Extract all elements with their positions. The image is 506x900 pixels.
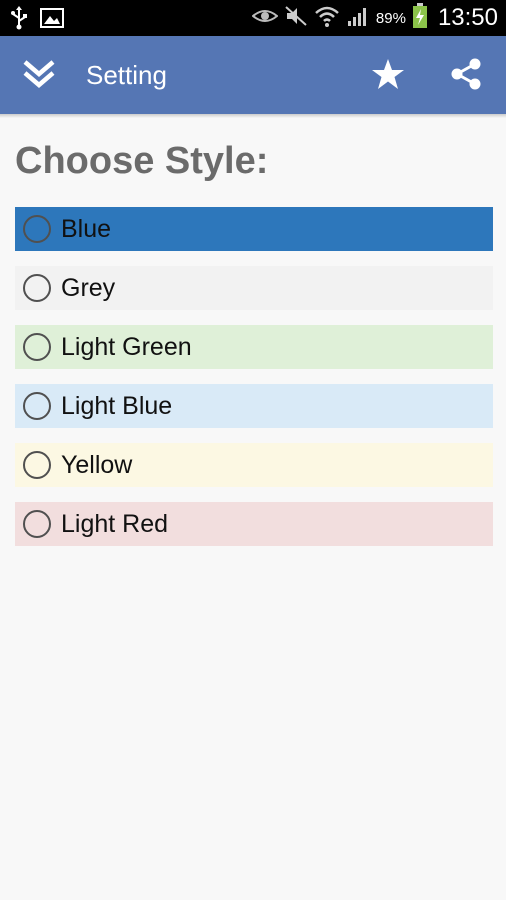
share-icon	[449, 57, 483, 95]
style-option-label: Light Red	[61, 509, 169, 538]
action-bar: Setting	[0, 36, 506, 118]
style-option-light-blue[interactable]: Light Blue	[15, 384, 493, 428]
eye-icon	[251, 6, 279, 30]
style-option-light-green[interactable]: Light Green	[15, 325, 493, 369]
action-bar-shadow	[0, 114, 506, 118]
radio-button-icon[interactable]	[23, 215, 51, 243]
status-bar-left	[8, 6, 64, 34]
battery-percent: 89%	[375, 9, 406, 27]
clock: 13:50	[437, 4, 498, 31]
wifi-icon	[314, 4, 340, 32]
radio-button-icon[interactable]	[23, 451, 51, 479]
style-option-yellow[interactable]: Yellow	[15, 443, 493, 487]
share-button[interactable]	[444, 54, 488, 98]
choose-style-heading: Choose Style:	[15, 140, 269, 182]
image-icon	[40, 7, 64, 33]
favorite-button[interactable]	[366, 54, 410, 98]
home-button[interactable]	[18, 56, 60, 96]
radio-button-icon[interactable]	[23, 333, 51, 361]
radio-button-icon[interactable]	[23, 392, 51, 420]
mute-icon	[284, 4, 308, 32]
status-bar-right: 89% 13:50	[251, 0, 498, 36]
radio-button-icon[interactable]	[23, 274, 51, 302]
style-option-grey[interactable]: Grey	[15, 266, 493, 310]
style-option-label: Grey	[61, 273, 116, 302]
usb-icon	[8, 6, 30, 34]
style-option-blue[interactable]: Blue	[15, 207, 493, 251]
page-title: Setting	[86, 60, 167, 90]
double-chevron-down-icon	[22, 59, 56, 93]
style-option-light-red[interactable]: Light Red	[15, 502, 493, 546]
style-option-label: Blue	[61, 214, 112, 243]
star-icon	[371, 58, 405, 94]
radio-button-icon[interactable]	[23, 510, 51, 538]
signal-icon	[346, 4, 370, 32]
style-option-label: Light Green	[61, 332, 192, 361]
style-option-label: Yellow	[61, 450, 133, 479]
battery-charging-icon	[412, 3, 428, 33]
status-bar: 89% 13:50	[0, 0, 506, 36]
style-option-label: Light Blue	[61, 391, 173, 420]
